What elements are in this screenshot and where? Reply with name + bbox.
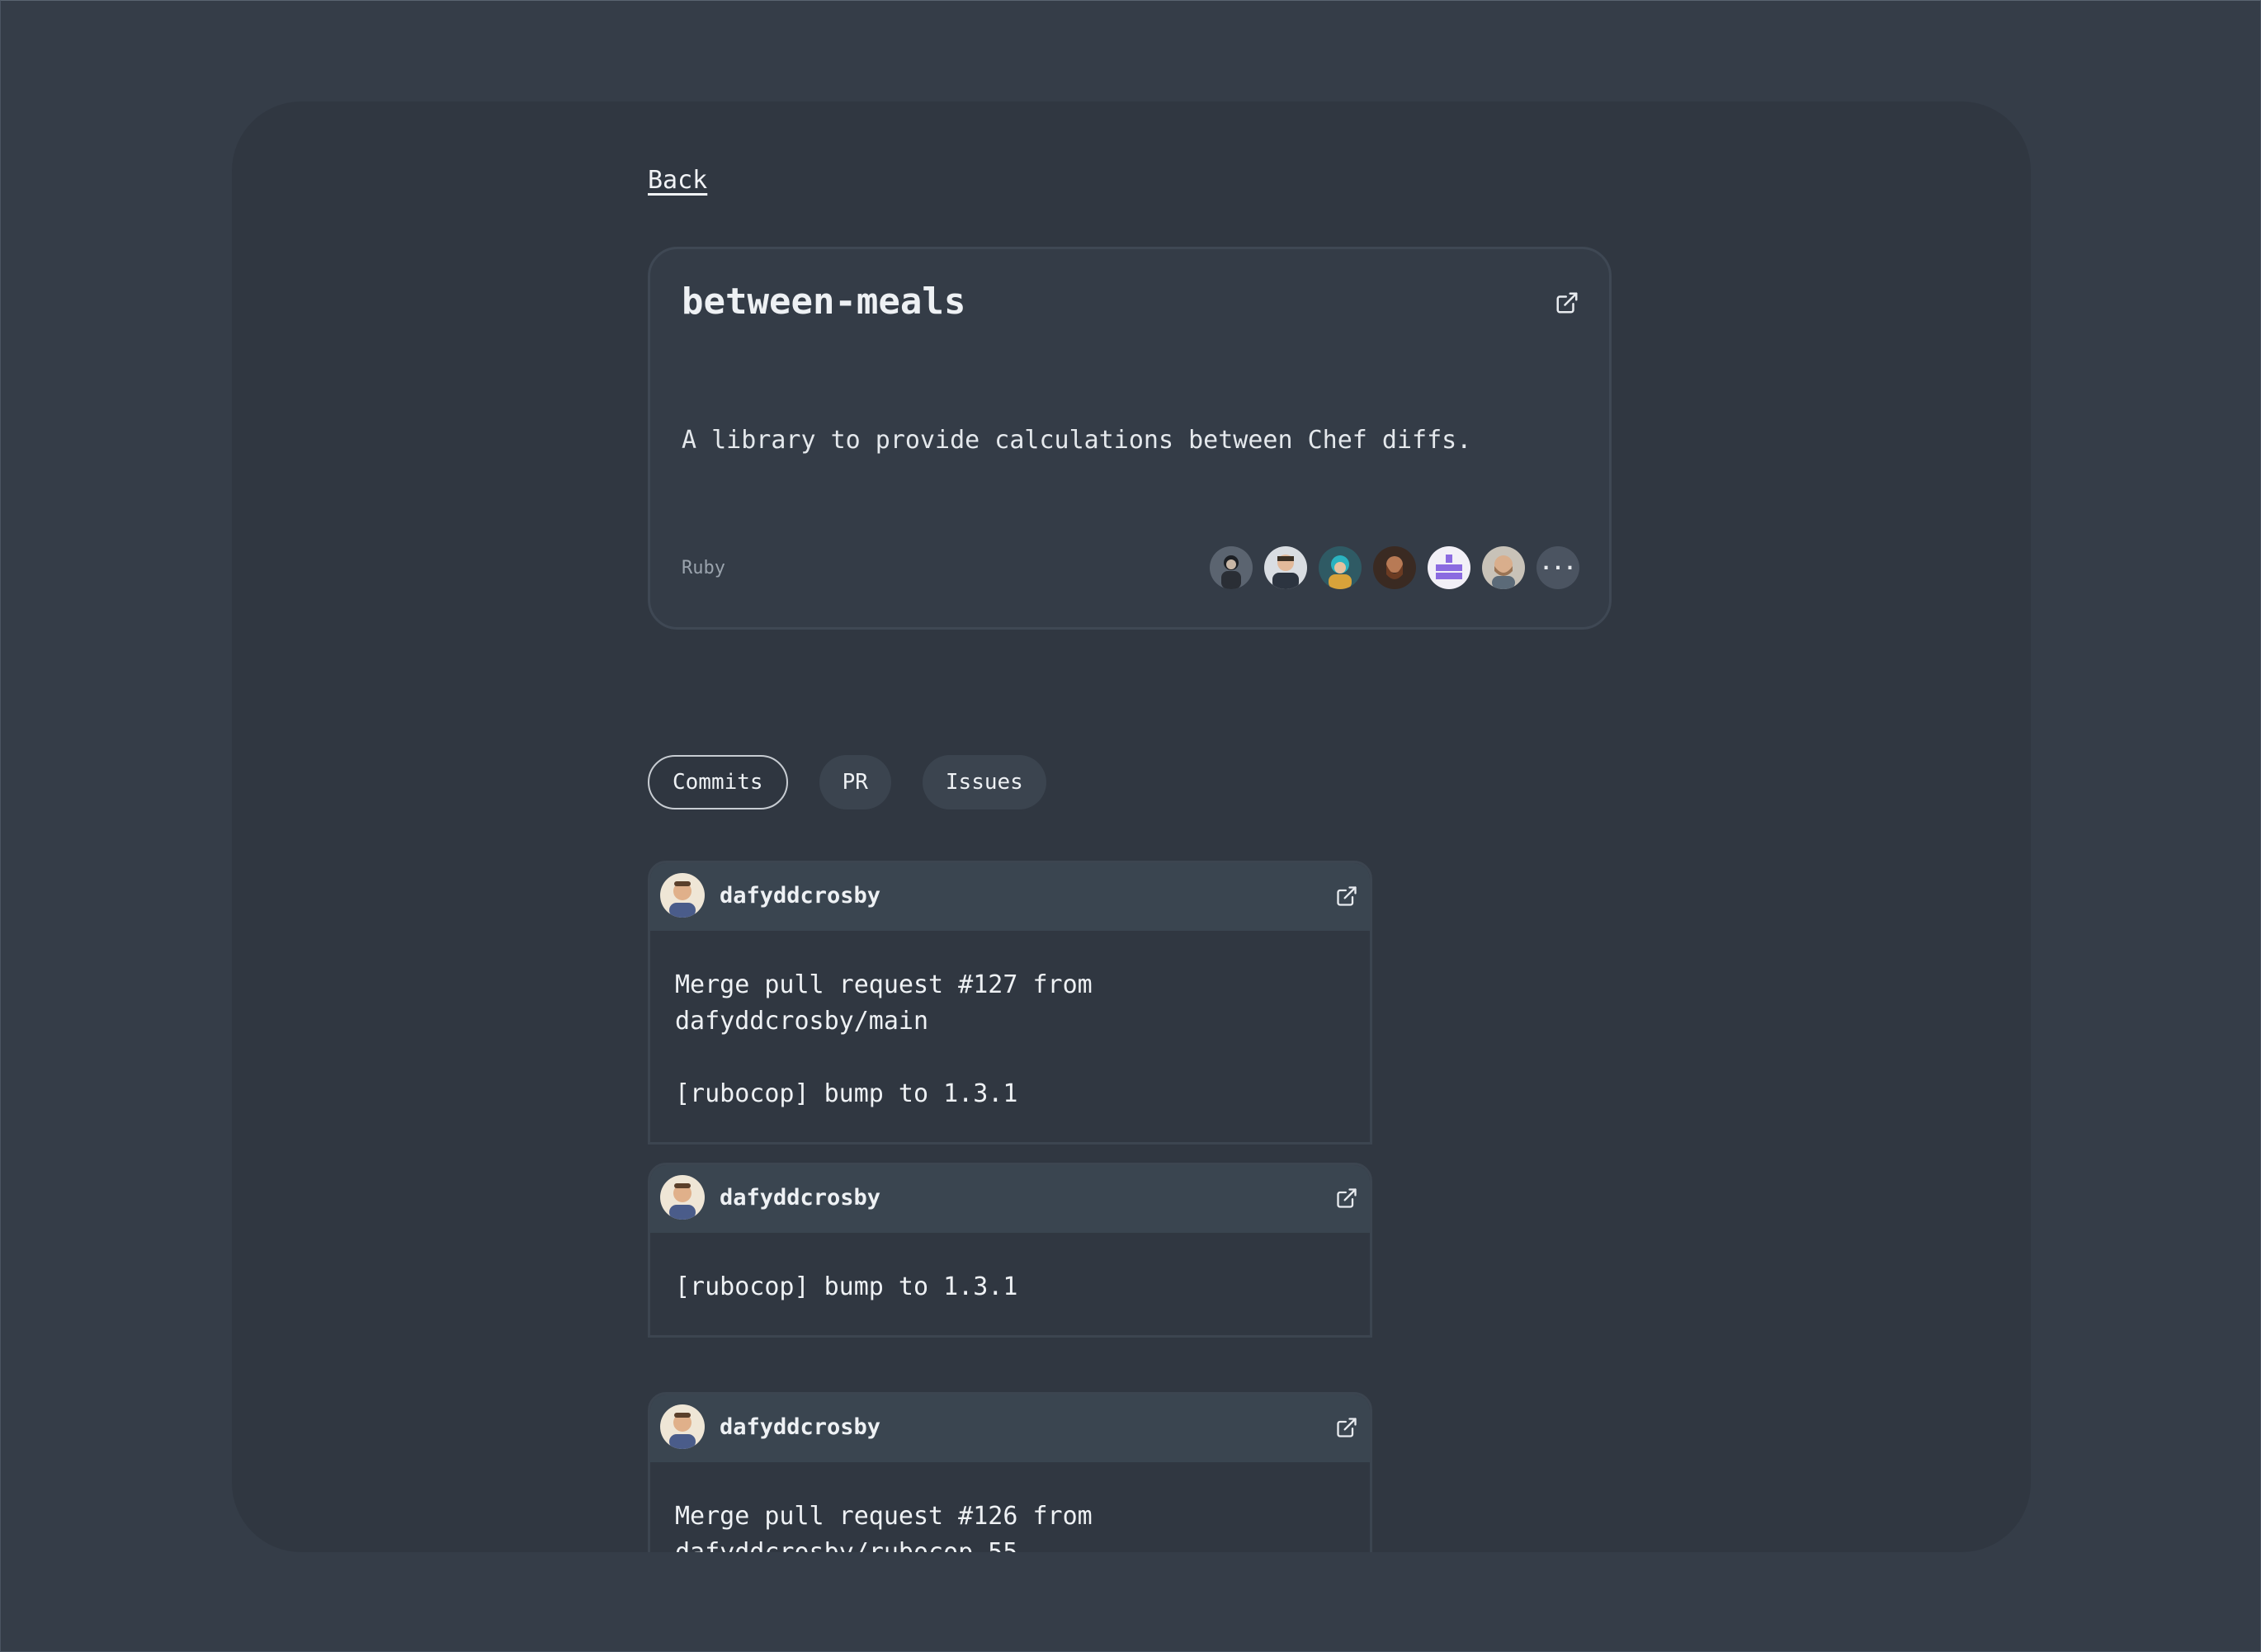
more-contributors-button[interactable]: ··· — [1536, 546, 1579, 589]
author-avatar[interactable] — [660, 1175, 705, 1220]
tab-issues[interactable]: Issues — [922, 755, 1046, 809]
commit-header: dafyddcrosby — [650, 1395, 1370, 1462]
commit-header: dafyddcrosby — [650, 863, 1370, 931]
commit-author[interactable]: dafyddcrosby — [720, 1414, 880, 1440]
contributor-avatar[interactable] — [1482, 546, 1525, 589]
page-frame: Back between-meals A library to provide … — [0, 0, 2261, 1652]
contributors-list: ··· — [1210, 546, 1579, 589]
contributor-avatar[interactable] — [1373, 546, 1416, 589]
commit-message: [rubocop] bump to 1.3.1 — [675, 1272, 1018, 1301]
commit-author[interactable]: dafyddcrosby — [720, 883, 880, 909]
author-avatar[interactable] — [660, 873, 705, 918]
repo-title: between-meals — [682, 281, 966, 323]
commit-author[interactable]: dafyddcrosby — [720, 1185, 880, 1211]
tab-pr[interactable]: PR — [819, 755, 891, 809]
external-link-icon[interactable] — [1555, 290, 1579, 315]
repo-language: Ruby — [682, 558, 725, 578]
repo-card: between-meals A library to provide calcu… — [648, 247, 1612, 630]
commit-message: Merge pull request #127 from dafyddcrosb… — [675, 970, 1093, 1108]
external-link-icon[interactable] — [1335, 885, 1358, 908]
back-link[interactable]: Back — [648, 166, 707, 195]
commit-card: dafyddcrosby Merge pull request #126 fro… — [648, 1392, 1372, 1552]
external-link-icon[interactable] — [1335, 1416, 1358, 1439]
external-link-icon[interactable] — [1335, 1187, 1358, 1210]
main-panel: Back between-meals A library to provide … — [232, 101, 2031, 1552]
tab-bar: Commits PR Issues — [648, 755, 1046, 809]
commit-message: Merge pull request #126 from dafyddcrosb… — [675, 1502, 1093, 1552]
tab-commits[interactable]: Commits — [648, 755, 788, 809]
contributor-avatar[interactable] — [1264, 546, 1307, 589]
repo-description: A library to provide calculations betwee… — [682, 426, 1472, 455]
commit-header: dafyddcrosby — [650, 1165, 1370, 1233]
author-avatar[interactable] — [660, 1404, 705, 1449]
contributor-avatar[interactable] — [1319, 546, 1362, 589]
commit-card: dafyddcrosby Merge pull request #127 fro… — [648, 861, 1372, 1145]
commit-card: dafyddcrosby [rubocop] bump to 1.3.1 — [648, 1163, 1372, 1338]
contributor-avatar[interactable] — [1428, 546, 1470, 589]
contributor-avatar[interactable] — [1210, 546, 1253, 589]
